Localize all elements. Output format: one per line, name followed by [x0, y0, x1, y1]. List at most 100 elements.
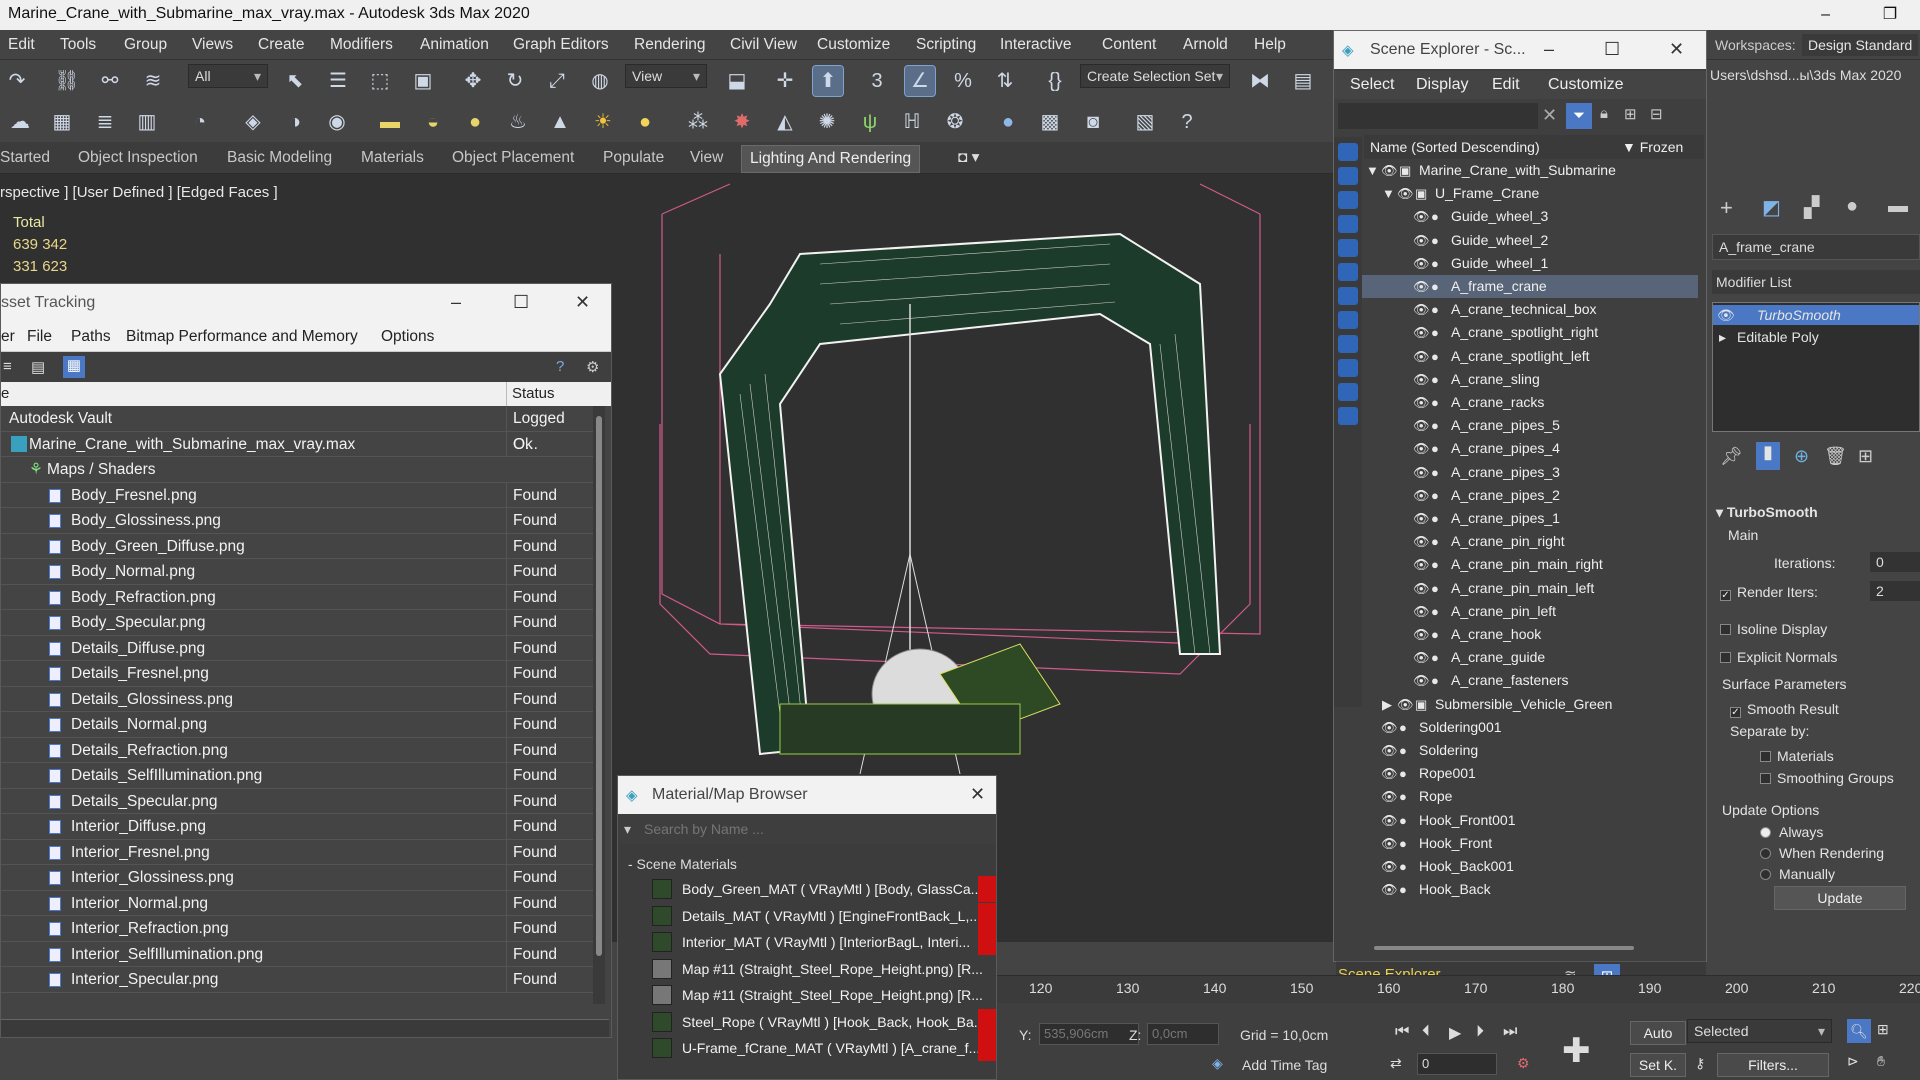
smoothing-groups-checkbox[interactable]: Smoothing Groups [1760, 770, 1894, 786]
modify-tab-icon[interactable]: ◩ [1762, 195, 1781, 220]
scene-item[interactable]: 👁︎ ● Guide_wheel_2 [1362, 229, 1698, 252]
turbosmooth-rollout[interactable]: ▾ TurboSmooth [1716, 504, 1818, 521]
modifier-editable-poly[interactable]: ▸ Editable Poly [1713, 327, 1919, 347]
environment-icon[interactable]: ✺ [812, 107, 842, 137]
tab-materials[interactable]: Materials [361, 142, 424, 174]
maximize-button[interactable]: ☐ [1604, 39, 1620, 60]
scene-item[interactable]: ▶ 👁︎ ▣ Submersible_Vehicle_Green [1362, 693, 1698, 716]
menu-modifiers[interactable]: Modifiers [330, 30, 393, 60]
asset-row[interactable]: Details_Fresnel.png Found [1, 661, 593, 687]
hierarchy-tab-icon[interactable]: ▞ [1804, 195, 1819, 220]
visibility-eye-icon[interactable]: 👁︎ [1381, 855, 1398, 878]
bind-spacewarp-icon[interactable]: ≋ [138, 66, 168, 96]
asset-row[interactable]: Details_Normal.png Found [1, 712, 593, 738]
visibility-eye-icon[interactable]: 👁︎ [1381, 739, 1398, 762]
menu-tools[interactable]: Tools [60, 30, 96, 60]
box-icon[interactable]: ▬ [375, 107, 405, 137]
rotate-icon[interactable]: ↻ [500, 66, 530, 96]
asset-row[interactable]: Body_Specular.png Found [1, 610, 593, 636]
go-to-end-icon[interactable]: ⏭ [1503, 1023, 1517, 1041]
tab-object-inspection[interactable]: Object Inspection [78, 142, 198, 174]
asset-row[interactable]: Interior_Normal.png Found [1, 890, 593, 916]
settings-icon[interactable]: ⚙ [586, 358, 599, 376]
render-production-icon[interactable]: ◙ [1078, 107, 1108, 137]
next-frame-icon[interactable]: ⏵ [1476, 1023, 1484, 1041]
scene-materials-section[interactable]: - Scene Materials [628, 856, 737, 872]
select-object-icon[interactable]: ⬉ [280, 66, 310, 96]
layers-icon[interactable]: ⊟ [1650, 105, 1663, 123]
spotlight-icon[interactable]: ♨ [503, 107, 533, 137]
menu-server[interactable]: er [1, 322, 15, 352]
lock-icon[interactable]: 🔒︎ [1600, 105, 1608, 122]
create-tab-icon[interactable]: + [1720, 195, 1733, 221]
menu-create[interactable]: Create [258, 30, 305, 60]
proxy-icon[interactable]: ❂ [940, 107, 970, 137]
visibility-eye-icon[interactable]: 👁︎ [1397, 182, 1414, 205]
display-cameras-icon[interactable] [1338, 215, 1358, 233]
reference-coordinate-dropdown[interactable]: View [625, 64, 707, 88]
asset-row[interactable]: Details_Glossiness.png Found [1, 686, 593, 712]
scene-item[interactable]: 👁︎ ● A_crane_technical_box [1362, 298, 1698, 321]
visibility-eye-icon[interactable]: 👁︎ [1413, 414, 1430, 437]
play-icon[interactable]: ▶ [1449, 1023, 1461, 1043]
display-frozen-icon[interactable] [1338, 383, 1358, 401]
visibility-eye-icon[interactable]: 👁︎ [1413, 623, 1430, 646]
eye-icon[interactable]: 👁︎ [1717, 307, 1735, 324]
tab-getting-started[interactable]: Started [0, 142, 50, 174]
material-item[interactable]: Map #11 (Straight_Steel_Rope_Height.png)… [636, 956, 996, 983]
menu-display[interactable]: Display [1416, 71, 1468, 99]
visibility-eye-icon[interactable]: 👁︎ [1381, 716, 1398, 739]
menu-paths[interactable]: Paths [71, 322, 111, 352]
display-geometry-icon[interactable] [1338, 143, 1358, 161]
cone-icon[interactable]: ▲ [545, 107, 575, 137]
column-frozen[interactable]: ▼ Frozen [1622, 135, 1683, 159]
render-frame-icon[interactable]: ◉ [322, 107, 352, 137]
window-crossing-icon[interactable]: ▣ [408, 66, 438, 96]
search-options-icon[interactable]: ▾ [624, 814, 631, 844]
material-editor-icon[interactable]: ▩ [1035, 107, 1065, 137]
asset-row[interactable]: Body_Fresnel.png Found [1, 482, 593, 508]
remove-modifier-icon[interactable]: 🗑︎ [1824, 446, 1847, 467]
display-groups-icon[interactable] [1338, 287, 1358, 305]
tab-object-placement[interactable]: Object Placement [452, 142, 574, 174]
scene-item[interactable]: 👁︎ ● Soldering [1362, 739, 1698, 762]
asset-row[interactable]: Interior_SelfIllumination.png Found [1, 941, 593, 967]
visibility-eye-icon[interactable]: 👁︎ [1413, 368, 1430, 391]
fur-icon[interactable]: ψ [855, 107, 885, 137]
cloud-icon[interactable]: ☁ [5, 107, 35, 137]
select-by-name-icon[interactable]: ☰ [323, 66, 353, 96]
menu-options[interactable]: Options [381, 322, 434, 352]
display-shapes-icon[interactable] [1338, 167, 1358, 185]
visibility-eye-icon[interactable]: 👁︎ [1413, 507, 1430, 530]
minimize-button[interactable]: – [451, 292, 461, 313]
close-button[interactable]: ✕ [1669, 39, 1684, 60]
isoline-display-checkbox[interactable]: Isoline Display [1720, 621, 1827, 637]
visibility-eye-icon[interactable]: 👁︎ [1413, 553, 1430, 576]
asset-path-field[interactable] [1, 1019, 609, 1037]
visibility-eye-icon[interactable]: 👁︎ [1381, 762, 1398, 785]
scene-item[interactable]: ▼ 👁︎ ▣ Marine_Crane_with_Submarine [1362, 159, 1698, 182]
asset-row[interactable]: Details_SelfIllumination.png Found [1, 763, 593, 789]
materials-checkbox[interactable]: Materials [1760, 748, 1834, 764]
z-coordinate-field[interactable]: 0,0cm [1147, 1023, 1219, 1045]
display-lights-icon[interactable] [1338, 191, 1358, 209]
asset-row[interactable]: Body_Green_Diffuse.png Found [1, 533, 593, 559]
menu-graph-editors[interactable]: Graph Editors [513, 30, 609, 60]
scene-item[interactable]: 👁︎ ● A_frame_crane [1362, 275, 1698, 299]
tab-view[interactable]: View [690, 142, 723, 174]
help-icon[interactable]: ? [556, 358, 564, 375]
expand-icon[interactable]: ▼ [1382, 182, 1395, 205]
visibility-eye-icon[interactable]: 👁︎ [1413, 252, 1430, 275]
go-to-start-icon[interactable]: ⏮ [1395, 1023, 1409, 1041]
placement-icon[interactable]: ◍ [585, 66, 615, 96]
configure-modifier-icon[interactable]: ⊞ [1858, 446, 1873, 467]
scene-item[interactable]: 👁︎ ● A_crane_pipes_4 [1362, 437, 1698, 460]
scene-item[interactable]: 👁︎ ● Hook_Back001 [1362, 855, 1698, 878]
key-mode-icon[interactable]: ⇄ [1390, 1055, 1402, 1072]
key-selection-dropdown[interactable]: Selected [1687, 1019, 1832, 1043]
visibility-eye-icon[interactable]: 👁︎ [1413, 600, 1430, 623]
maximize-button[interactable]: ☐ [513, 292, 529, 313]
update-button[interactable]: Update [1774, 886, 1906, 910]
asset-row[interactable]: Details_Specular.png Found [1, 788, 593, 814]
visibility-eye-icon[interactable]: 👁︎ [1413, 345, 1430, 368]
